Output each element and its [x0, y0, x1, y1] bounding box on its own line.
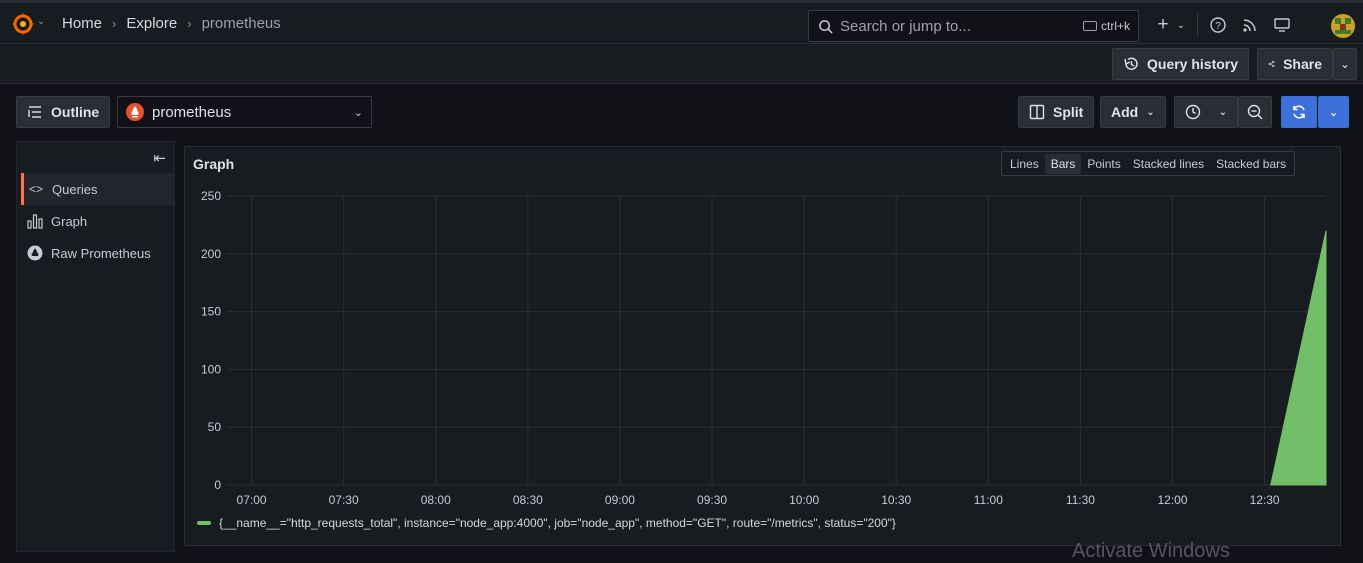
chevron-down-icon: ⌄ [1328, 106, 1339, 119]
prometheus-icon [27, 245, 43, 261]
time-series-chart[interactable]: 0 50 100 150 200 250 07:00 07:30 08:00 08:30 09:00… [185, 179, 1340, 539]
search-input[interactable]: Search or jump to... ctrl+k [808, 10, 1139, 42]
add-button[interactable]: Add ⌄ [1100, 96, 1166, 128]
y-tick-label: 50 [208, 420, 222, 434]
split-button[interactable]: Split [1018, 96, 1095, 128]
outline-item-graph[interactable]: Graph [21, 205, 175, 237]
search-icon [819, 19, 833, 34]
query-history-button[interactable]: Query history [1112, 48, 1250, 80]
outline-item-label: Graph [51, 213, 88, 229]
refresh-icon [1293, 105, 1305, 119]
columns-icon [1029, 104, 1045, 120]
plus-icon[interactable]: + [1152, 14, 1174, 36]
x-tick-label: 10:30 [881, 493, 911, 507]
datasource-picker[interactable]: prometheus ⌄ [117, 96, 372, 128]
y-tick-label: 250 [201, 189, 221, 203]
legend-color-swatch [197, 521, 211, 525]
visualization-type-toggle: Lines Bars Points Stacked lines Stacked … [1001, 151, 1296, 176]
x-tick-label: 11:30 [1066, 493, 1095, 507]
divider [1197, 14, 1198, 36]
history-icon [1124, 57, 1138, 70]
clock-icon [1185, 104, 1201, 120]
x-tick-label: 07:00 [237, 493, 267, 507]
add-label: Add [1111, 104, 1139, 120]
share-button[interactable]: Share [1257, 48, 1333, 80]
chart-legend[interactable]: {__name__="http_requests_total", instanc… [197, 516, 896, 530]
outline-item-raw-prometheus[interactable]: Raw Prometheus [21, 237, 175, 269]
zoom-out-icon [1247, 104, 1263, 120]
y-tick-label: 0 [214, 478, 221, 492]
search-placeholder: Search or jump to... [840, 17, 971, 35]
keyboard-shortcut: ctrl+k [1082, 19, 1130, 33]
viz-option-points[interactable]: Points [1081, 154, 1126, 174]
keyboard-icon [1082, 21, 1097, 31]
kiosk-monitor-icon[interactable] [1271, 14, 1293, 36]
grafana-logo-icon[interactable] [10, 12, 36, 36]
y-tick-label: 150 [201, 305, 221, 319]
x-tick-label: 09:30 [697, 493, 727, 507]
svg-text:?: ? [1215, 21, 1221, 32]
y-tick-label: 100 [201, 362, 221, 376]
split-label: Split [1053, 104, 1084, 120]
x-tick-label: 08:00 [421, 493, 451, 507]
series-area [1270, 230, 1327, 486]
explore-toolbar: Outline prometheus ⌄ Split Add ⌄ ⌄ ⌄ [0, 95, 1363, 129]
outline-toggle-button[interactable]: Outline [16, 96, 111, 128]
viz-option-lines[interactable]: Lines [1004, 154, 1045, 174]
panel-title: Graph [193, 156, 235, 172]
zoom-out-button[interactable] [1238, 96, 1272, 128]
chevron-right-icon: › [187, 16, 192, 31]
breadcrumb-current: prometheus [201, 15, 281, 32]
viz-option-bars[interactable]: Bars [1044, 153, 1082, 174]
chevron-down-icon: ⌄ [1340, 58, 1350, 71]
breadcrumb-explore[interactable]: Explore [126, 15, 177, 32]
datasource-label: prometheus [152, 103, 232, 121]
outline-item-label: Queries [52, 181, 98, 197]
share-label: Share [1283, 56, 1322, 72]
top-navbar: ⌄ Home › Explore › prometheus Search or … [0, 0, 1363, 44]
outline-label: Outline [51, 104, 100, 120]
outline-item-label: Raw Prometheus [51, 245, 151, 261]
y-tick-label: 200 [201, 247, 221, 261]
breadcrumb-home[interactable]: Home [62, 15, 102, 32]
content-outline: ⇤ <> Queries Graph Raw Prometheus [16, 141, 175, 552]
user-avatar[interactable] [1331, 14, 1355, 38]
x-tick-label: 10:00 [789, 493, 819, 507]
legend-label: {__name__="http_requests_total", instanc… [219, 516, 896, 530]
x-tick-label: 08:30 [513, 493, 543, 507]
list-icon [28, 106, 41, 118]
chevron-down-icon[interactable]: ⌄ [1174, 14, 1188, 36]
x-tick-label: 11:00 [974, 493, 1003, 507]
graph-panel: Graph Lines Bars Points Stacked lines St… [184, 146, 1341, 546]
outline-item-queries[interactable]: <> Queries [21, 173, 175, 205]
code-icon: <> [28, 182, 43, 196]
x-tick-label: 09:00 [605, 493, 635, 507]
chevron-down-icon[interactable]: ⌄ [37, 16, 45, 27]
viz-option-stacked-lines[interactable]: Stacked lines [1127, 154, 1210, 174]
explore-actions-bar: Query history Share ⌄ [0, 44, 1363, 84]
chevron-right-icon: › [112, 16, 117, 31]
help-icon[interactable]: ? [1207, 14, 1229, 36]
x-tick-label: 07:30 [329, 493, 359, 507]
shortcut-label: ctrl+k [1100, 19, 1130, 33]
viz-option-stacked-bars[interactable]: Stacked bars [1210, 154, 1292, 174]
x-tick-label: 12:30 [1250, 493, 1280, 507]
time-picker-button[interactable]: ⌄ [1174, 96, 1238, 128]
prometheus-icon [126, 103, 144, 121]
share-options-button[interactable]: ⌄ [1333, 48, 1357, 80]
run-query-button[interactable] [1281, 96, 1317, 128]
rss-news-icon[interactable] [1239, 14, 1261, 36]
refresh-interval-button[interactable]: ⌄ [1318, 96, 1349, 128]
chevron-down-icon: ⌄ [1146, 106, 1155, 118]
share-icon [1268, 60, 1275, 68]
chevron-down-icon: ⌄ [353, 106, 363, 119]
graph-bar-icon [27, 213, 43, 229]
query-history-label: Query history [1147, 56, 1239, 72]
breadcrumb: Home › Explore › prometheus [62, 15, 281, 32]
chevron-down-icon: ⌄ [1218, 106, 1227, 118]
x-tick-label: 12:00 [1157, 493, 1187, 507]
collapse-outline-icon[interactable]: ⇤ [153, 149, 166, 167]
